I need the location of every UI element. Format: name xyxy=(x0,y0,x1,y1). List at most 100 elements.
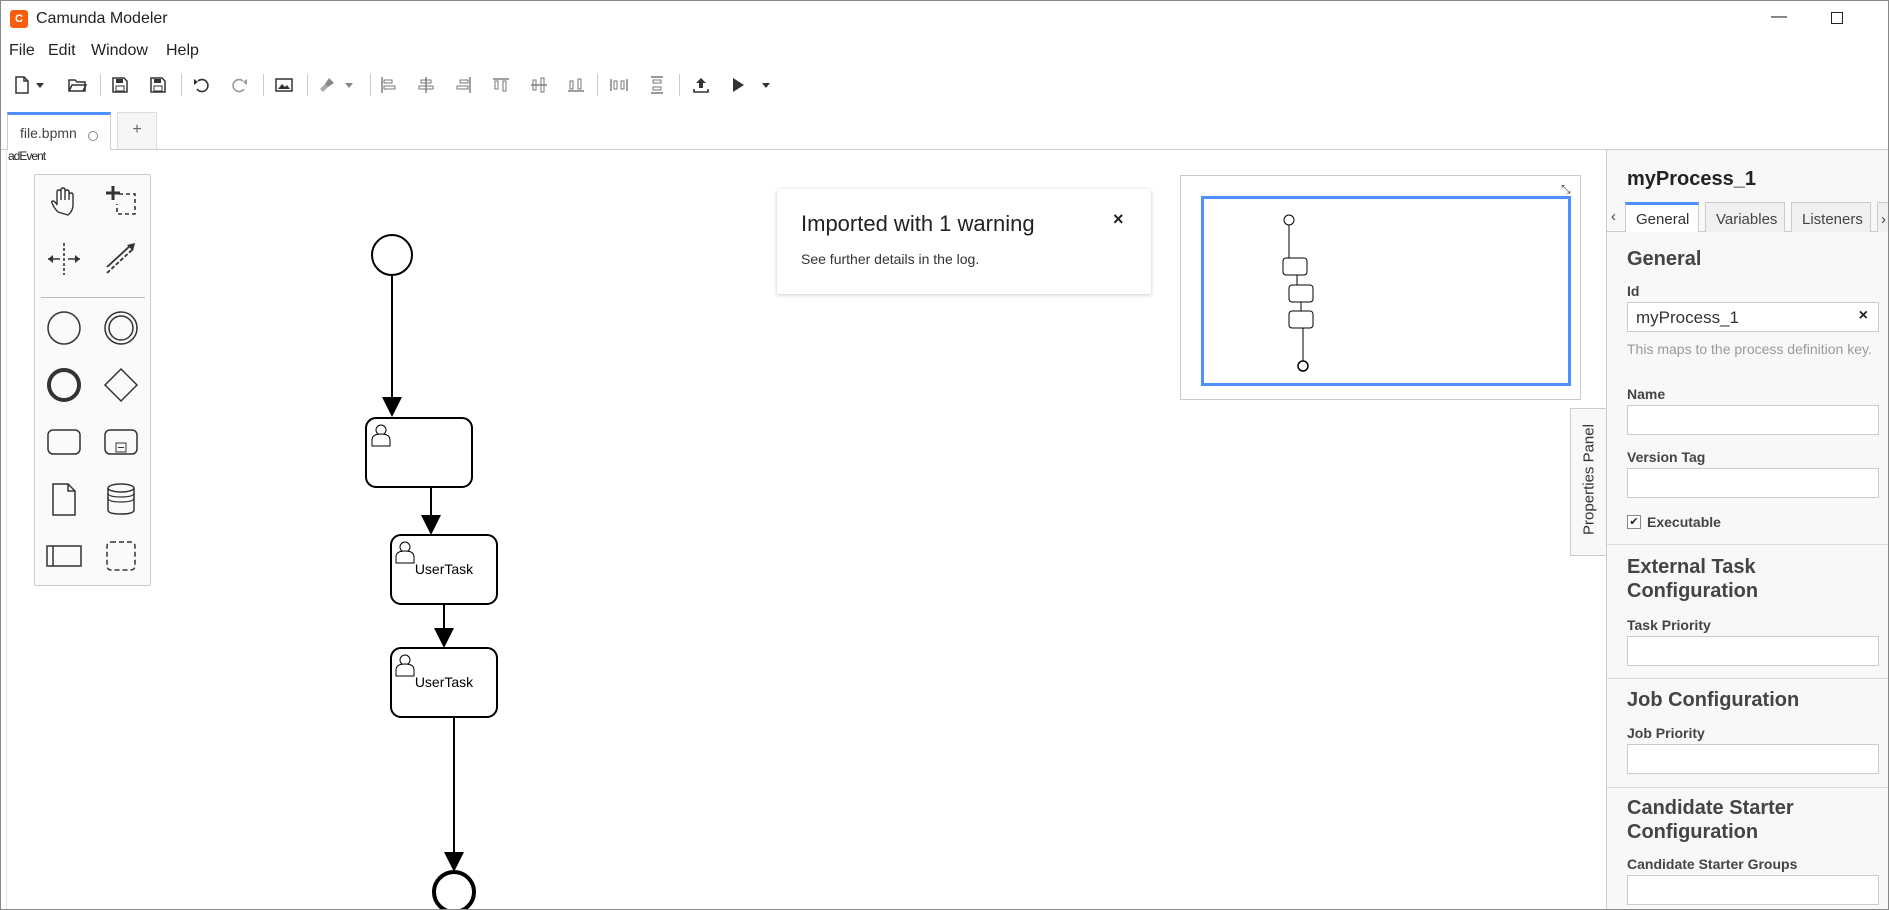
space-tool-icon[interactable] xyxy=(41,236,87,282)
tabs-next-icon[interactable]: › xyxy=(1877,202,1889,232)
section-divider xyxy=(1607,787,1889,788)
save-icon[interactable] xyxy=(107,72,133,98)
user-task[interactable]: UserTask xyxy=(390,647,498,718)
import-warning-notification: Imported with 1 warning See further deta… xyxy=(777,189,1151,294)
notification-title: Imported with 1 warning xyxy=(801,211,1035,236)
deploy-icon[interactable] xyxy=(688,72,714,98)
tab-variables[interactable]: Variables xyxy=(1705,202,1785,232)
tab-close-icon[interactable] xyxy=(88,131,98,141)
connect-tool-icon[interactable] xyxy=(98,236,144,282)
align-center-icon[interactable] xyxy=(413,72,439,98)
executable-label: Executable xyxy=(1647,514,1721,530)
task-priority-field[interactable] xyxy=(1627,636,1879,666)
clear-icon[interactable]: × xyxy=(1859,307,1868,325)
notification-body: See further details in the log. xyxy=(801,251,980,267)
toolbar xyxy=(0,68,1889,102)
version-tag-label: Version Tag xyxy=(1627,449,1706,465)
menu-edit[interactable]: Edit xyxy=(48,42,76,60)
section-external-title: External Task Configuration xyxy=(1627,556,1759,602)
color-dropdown-icon[interactable] xyxy=(342,72,356,98)
tab-listeners[interactable]: Listeners xyxy=(1791,202,1871,232)
add-tab-button[interactable]: + xyxy=(117,112,157,149)
menu-window[interactable]: Window xyxy=(91,42,148,60)
align-left-icon[interactable] xyxy=(375,72,401,98)
tab-label: file.bpmn xyxy=(20,125,77,141)
minimap-collapse-icon[interactable]: ⤡ xyxy=(1561,182,1571,197)
align-middle-icon[interactable] xyxy=(526,72,552,98)
user-task[interactable] xyxy=(365,417,473,488)
start-event[interactable] xyxy=(371,234,413,276)
new-file-icon[interactable] xyxy=(9,72,35,98)
start-event-icon[interactable] xyxy=(41,305,87,351)
properties-panel-toggle[interactable]: Properties Panel xyxy=(1570,408,1606,556)
close-icon[interactable]: × xyxy=(1113,209,1124,230)
start-dropdown-icon[interactable] xyxy=(756,72,776,98)
job-priority-field[interactable] xyxy=(1627,744,1879,774)
starter-groups-label: Candidate Starter Groups xyxy=(1627,856,1798,872)
start-instance-icon[interactable] xyxy=(725,72,751,98)
save-as-icon[interactable] xyxy=(145,72,171,98)
name-field[interactable] xyxy=(1627,405,1879,435)
distribute-vertical-icon[interactable] xyxy=(644,72,670,98)
redo-icon[interactable] xyxy=(226,72,252,98)
toolbar-separator xyxy=(370,74,371,96)
subprocess-icon[interactable] xyxy=(98,419,144,465)
group-icon[interactable] xyxy=(98,533,144,579)
section-divider xyxy=(1607,544,1889,545)
data-store-icon[interactable] xyxy=(98,476,144,522)
properties-panel: myProcess_1 ‹ General Variables Listener… xyxy=(1606,150,1889,910)
end-event-icon[interactable] xyxy=(41,362,87,408)
user-task[interactable]: UserTask xyxy=(390,534,498,605)
gateway-icon[interactable] xyxy=(98,362,144,408)
id-field[interactable]: myProcess_1 × xyxy=(1627,302,1879,332)
end-event[interactable] xyxy=(432,870,476,910)
job-priority-label: Job Priority xyxy=(1627,725,1705,741)
version-tag-field[interactable] xyxy=(1627,468,1879,498)
section-general-title: General xyxy=(1627,248,1702,270)
maximize-icon xyxy=(1831,12,1843,24)
minimap-diagram xyxy=(1282,214,1314,372)
hand-tool-icon[interactable] xyxy=(41,179,87,225)
tab-file-bpmn[interactable]: file.bpmn xyxy=(7,112,111,150)
task-icon[interactable] xyxy=(41,419,87,465)
align-right-icon[interactable] xyxy=(451,72,477,98)
window-title: Camunda Modeler xyxy=(36,10,168,27)
starter-groups-field[interactable] xyxy=(1627,875,1879,905)
toolbar-separator xyxy=(307,74,308,96)
executable-checkbox[interactable]: ✔ xyxy=(1627,515,1641,529)
menu-help[interactable]: Help xyxy=(166,42,199,60)
tabs-prev-icon[interactable]: ‹ xyxy=(1611,208,1616,225)
new-file-dropdown-icon[interactable] xyxy=(33,72,47,98)
section-divider xyxy=(1607,678,1889,679)
maximize-button[interactable] xyxy=(1822,8,1850,30)
participant-icon[interactable] xyxy=(41,533,87,579)
id-field-value: myProcess_1 xyxy=(1636,308,1739,327)
task-label: UserTask xyxy=(415,674,474,690)
toolbar-separator xyxy=(597,74,598,96)
id-label: Id xyxy=(1627,283,1640,299)
section-starter-title: Candidate Starter Configuration xyxy=(1627,797,1794,843)
menu-bar: File Edit Window Help xyxy=(0,38,1889,64)
minimap[interactable]: ⤡ xyxy=(1180,175,1581,400)
minimize-button[interactable]: — xyxy=(1765,8,1793,30)
camunda-logo-icon: C xyxy=(10,10,28,28)
intermediate-event-icon[interactable] xyxy=(98,305,144,351)
color-brush-icon[interactable] xyxy=(314,72,340,98)
task-priority-label: Task Priority xyxy=(1627,617,1711,633)
align-top-icon[interactable] xyxy=(488,72,514,98)
title-bar: C Camunda Modeler — xyxy=(0,0,1889,37)
align-bottom-icon[interactable] xyxy=(563,72,589,98)
menu-file[interactable]: File xyxy=(9,42,35,60)
name-label: Name xyxy=(1627,386,1666,402)
undo-icon[interactable] xyxy=(189,72,215,98)
tab-general[interactable]: General xyxy=(1625,202,1699,232)
toolbar-separator xyxy=(679,74,680,96)
toolbar-separator xyxy=(100,74,101,96)
export-image-icon[interactable] xyxy=(271,72,297,98)
distribute-horizontal-icon[interactable] xyxy=(606,72,632,98)
palette-separator xyxy=(41,297,145,298)
data-object-icon[interactable] xyxy=(41,476,87,522)
toolbar-separator xyxy=(263,74,264,96)
lasso-tool-icon[interactable] xyxy=(98,179,144,225)
open-folder-icon[interactable] xyxy=(64,72,90,98)
